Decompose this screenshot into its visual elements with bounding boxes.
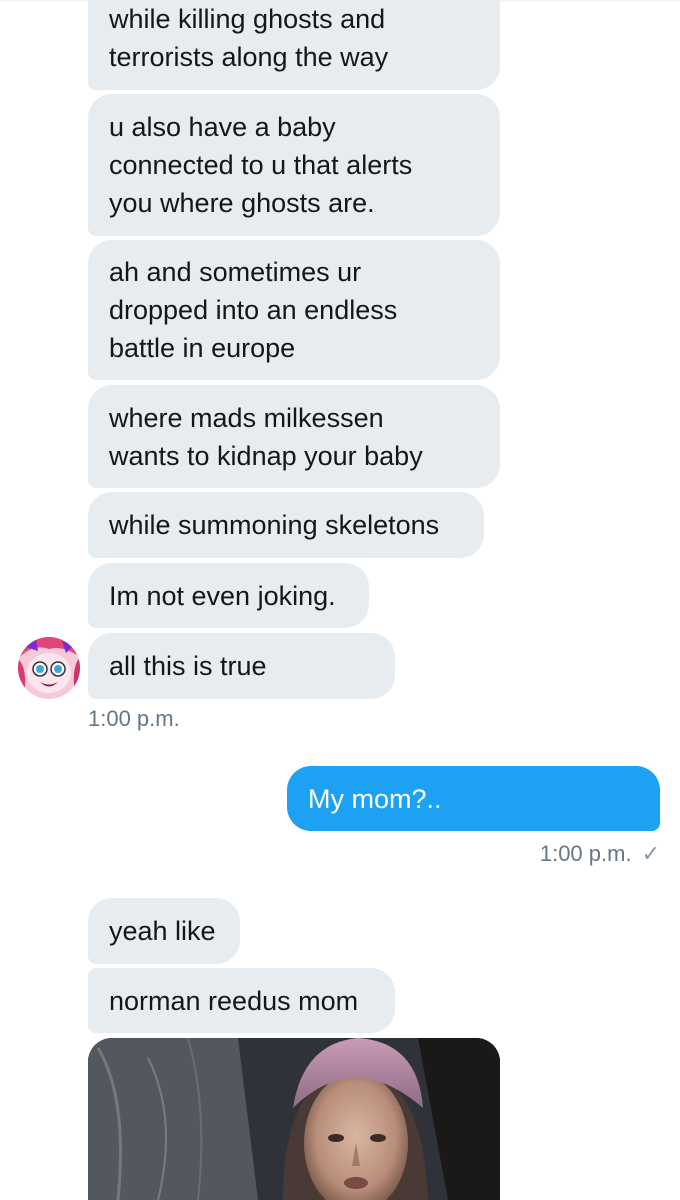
sent-timestamp-row: 1:00 p.m. ✓ — [520, 840, 660, 868]
received-message[interactable]: while killing ghosts and terrorists alon… — [88, 0, 500, 90]
received-message[interactable]: u also have a baby connected to u that a… — [88, 94, 500, 236]
received-message[interactable]: where mads milkessen wants to kidnap you… — [88, 385, 500, 488]
message-timestamp: 1:00 p.m. — [88, 706, 180, 731]
photo-attachment-icon — [88, 1038, 500, 1200]
checkmark-icon: ✓ — [641, 841, 660, 866]
received-message[interactable]: norman reedus mom — [88, 968, 395, 1033]
image-attachment[interactable] — [88, 1038, 500, 1200]
received-message[interactable]: ah and sometimes ur dropped into an endl… — [88, 240, 500, 380]
received-message[interactable]: Im not even joking. — [88, 563, 369, 628]
received-message[interactable]: yeah like — [88, 898, 240, 964]
sent-timestamp: 1:00 p.m. — [539, 841, 632, 866]
received-message[interactable]: while summoning skeletons — [88, 492, 484, 558]
sent-message[interactable]: My mom?.. — [287, 766, 660, 831]
sender-avatar[interactable] — [18, 637, 80, 699]
avatar-image-icon — [18, 637, 80, 699]
received-message[interactable]: all this is true — [88, 633, 395, 699]
